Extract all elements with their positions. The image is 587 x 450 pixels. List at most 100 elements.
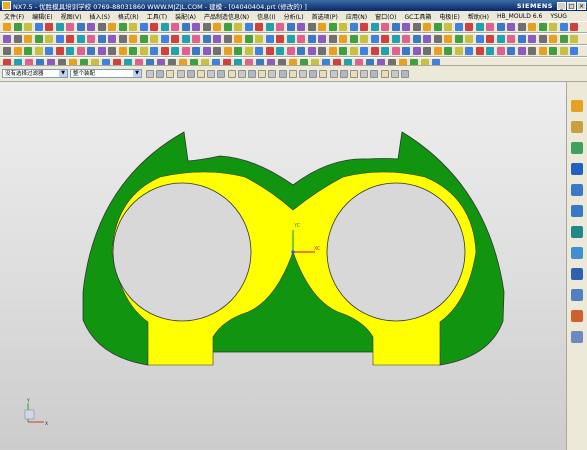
resource-tab-icon[interactable]	[571, 142, 583, 154]
toolbar-tool-icon[interactable]	[475, 35, 484, 43]
toolbar-tool-icon[interactable]	[76, 35, 85, 43]
toolbar-tool-icon[interactable]	[423, 23, 431, 31]
toolbar-tool-icon[interactable]	[360, 47, 368, 55]
toolbar-tool-icon[interactable]	[13, 23, 22, 31]
snap-tool-icon[interactable]	[268, 70, 277, 78]
toolbar-tool-icon[interactable]	[55, 47, 64, 55]
minimize-button[interactable]: _	[557, 1, 566, 10]
toolbar-tool-icon[interactable]	[366, 59, 374, 65]
snap-tool-icon[interactable]	[360, 70, 369, 78]
toolbar-tool-icon[interactable]	[223, 35, 232, 43]
toolbar-tool-icon[interactable]	[454, 47, 463, 55]
toolbar-tool-icon[interactable]	[265, 35, 274, 43]
toolbar-tool-icon[interactable]	[433, 23, 442, 31]
toolbar-tool-icon[interactable]	[297, 23, 305, 31]
toolbar-tool-icon[interactable]	[328, 23, 337, 31]
menu-tools[interactable]: 工具(T)	[143, 12, 171, 21]
toolbar-tool-icon[interactable]	[245, 59, 253, 65]
toolbar-tool-icon[interactable]	[36, 59, 44, 65]
toolbar-tool-icon[interactable]	[423, 35, 431, 43]
toolbar-tool-icon[interactable]	[45, 35, 53, 43]
toolbar-tool-icon[interactable]	[486, 47, 494, 55]
toolbar-tool-icon[interactable]	[276, 47, 284, 55]
toolbar-tool-icon[interactable]	[322, 59, 330, 65]
toolbar-tool-icon[interactable]	[87, 23, 95, 31]
toolbar-tool-icon[interactable]	[311, 59, 319, 65]
toolbar-tool-icon[interactable]	[278, 59, 286, 65]
menu-analysis[interactable]: 分析(L)	[280, 12, 308, 21]
toolbar-tool-icon[interactable]	[538, 47, 547, 55]
toolbar-tool-icon[interactable]	[360, 23, 368, 31]
toolbar-tool-icon[interactable]	[549, 47, 557, 55]
snap-tool-icon[interactable]	[237, 70, 246, 78]
maximize-button[interactable]: □	[567, 1, 576, 10]
toolbar-tool-icon[interactable]	[223, 59, 231, 65]
toolbar-tool-icon[interactable]	[118, 23, 127, 31]
resource-tab-icon[interactable]	[571, 226, 583, 238]
toolbar-tool-icon[interactable]	[181, 23, 190, 31]
toolbar-tool-icon[interactable]	[124, 59, 132, 65]
resource-tab-icon[interactable]	[571, 331, 583, 343]
toolbar-tool-icon[interactable]	[486, 23, 494, 31]
toolbar-tool-icon[interactable]	[179, 59, 187, 65]
toolbar-tool-icon[interactable]	[549, 23, 557, 31]
toolbar-tool-icon[interactable]	[102, 59, 110, 65]
snap-tool-icon[interactable]	[186, 70, 195, 78]
toolbar-tool-icon[interactable]	[528, 23, 536, 31]
toolbar-tool-icon[interactable]	[267, 59, 275, 65]
resource-tab-icon[interactable]	[571, 289, 583, 301]
toolbar-tool-icon[interactable]	[223, 23, 232, 31]
toolbar-tool-icon[interactable]	[433, 35, 442, 43]
toolbar-tool-icon[interactable]	[559, 23, 568, 31]
toolbar-tool-icon[interactable]	[234, 23, 242, 31]
toolbar-tool-icon[interactable]	[475, 47, 484, 55]
toolbar-tool-icon[interactable]	[465, 35, 473, 43]
toolbar-tool-icon[interactable]	[349, 35, 358, 43]
toolbar-tool-icon[interactable]	[300, 59, 308, 65]
snap-tool-icon[interactable]	[350, 70, 358, 78]
toolbar-tool-icon[interactable]	[517, 23, 526, 31]
toolbar-tool-icon[interactable]	[307, 47, 316, 55]
toolbar-tool-icon[interactable]	[192, 47, 200, 55]
resource-tab-icon[interactable]	[571, 100, 583, 112]
toolbar-tool-icon[interactable]	[13, 35, 22, 43]
toolbar-tool-icon[interactable]	[444, 35, 452, 43]
toolbar-tool-icon[interactable]	[370, 47, 379, 55]
close-button[interactable]: ×	[577, 1, 586, 10]
menu-view[interactable]: 视图(V)	[57, 12, 86, 21]
toolbar-tool-icon[interactable]	[333, 59, 341, 65]
toolbar-tool-icon[interactable]	[244, 23, 253, 31]
toolbar-tool-icon[interactable]	[97, 47, 106, 55]
toolbar-tool-icon[interactable]	[213, 23, 221, 31]
toolbar-tool-icon[interactable]	[234, 35, 242, 43]
resource-tab-icon[interactable]	[571, 247, 583, 259]
toolbar-tool-icon[interactable]	[201, 59, 209, 65]
toolbar-tool-icon[interactable]	[45, 47, 53, 55]
menu-application[interactable]: 应用(N)	[342, 12, 371, 21]
toolbar-tool-icon[interactable]	[212, 59, 220, 65]
menu-electrode[interactable]: 电极(E)	[435, 12, 463, 21]
toolbar-tool-icon[interactable]	[432, 59, 440, 65]
toolbar-tool-icon[interactable]	[391, 23, 400, 31]
toolbar-tool-icon[interactable]	[202, 35, 211, 43]
toolbar-tool-icon[interactable]	[549, 35, 557, 43]
toolbar-tool-icon[interactable]	[66, 47, 74, 55]
snap-tool-icon[interactable]	[176, 70, 185, 78]
toolbar-tool-icon[interactable]	[181, 35, 190, 43]
snap-tool-icon[interactable]	[227, 70, 236, 78]
menu-hb-mould[interactable]: HB_MOULD 6.6	[493, 13, 546, 20]
toolbar-tool-icon[interactable]	[360, 35, 368, 43]
toolbar-tool-icon[interactable]	[129, 35, 137, 43]
right-bore-hole[interactable]	[326, 182, 466, 322]
toolbar-tool-icon[interactable]	[157, 59, 165, 65]
toolbar-tool-icon[interactable]	[3, 23, 11, 31]
toolbar-tool-icon[interactable]	[412, 35, 421, 43]
toolbar-tool-icon[interactable]	[34, 47, 43, 55]
toolbar-tool-icon[interactable]	[139, 47, 148, 55]
toolbar-tool-icon[interactable]	[171, 23, 179, 31]
resource-tab-icon[interactable]	[571, 268, 583, 280]
toolbar-tool-icon[interactable]	[444, 23, 452, 31]
toolbar-tool-icon[interactable]	[433, 47, 442, 55]
toolbar-tool-icon[interactable]	[381, 35, 389, 43]
menu-information[interactable]: 信息(I)	[253, 12, 279, 21]
